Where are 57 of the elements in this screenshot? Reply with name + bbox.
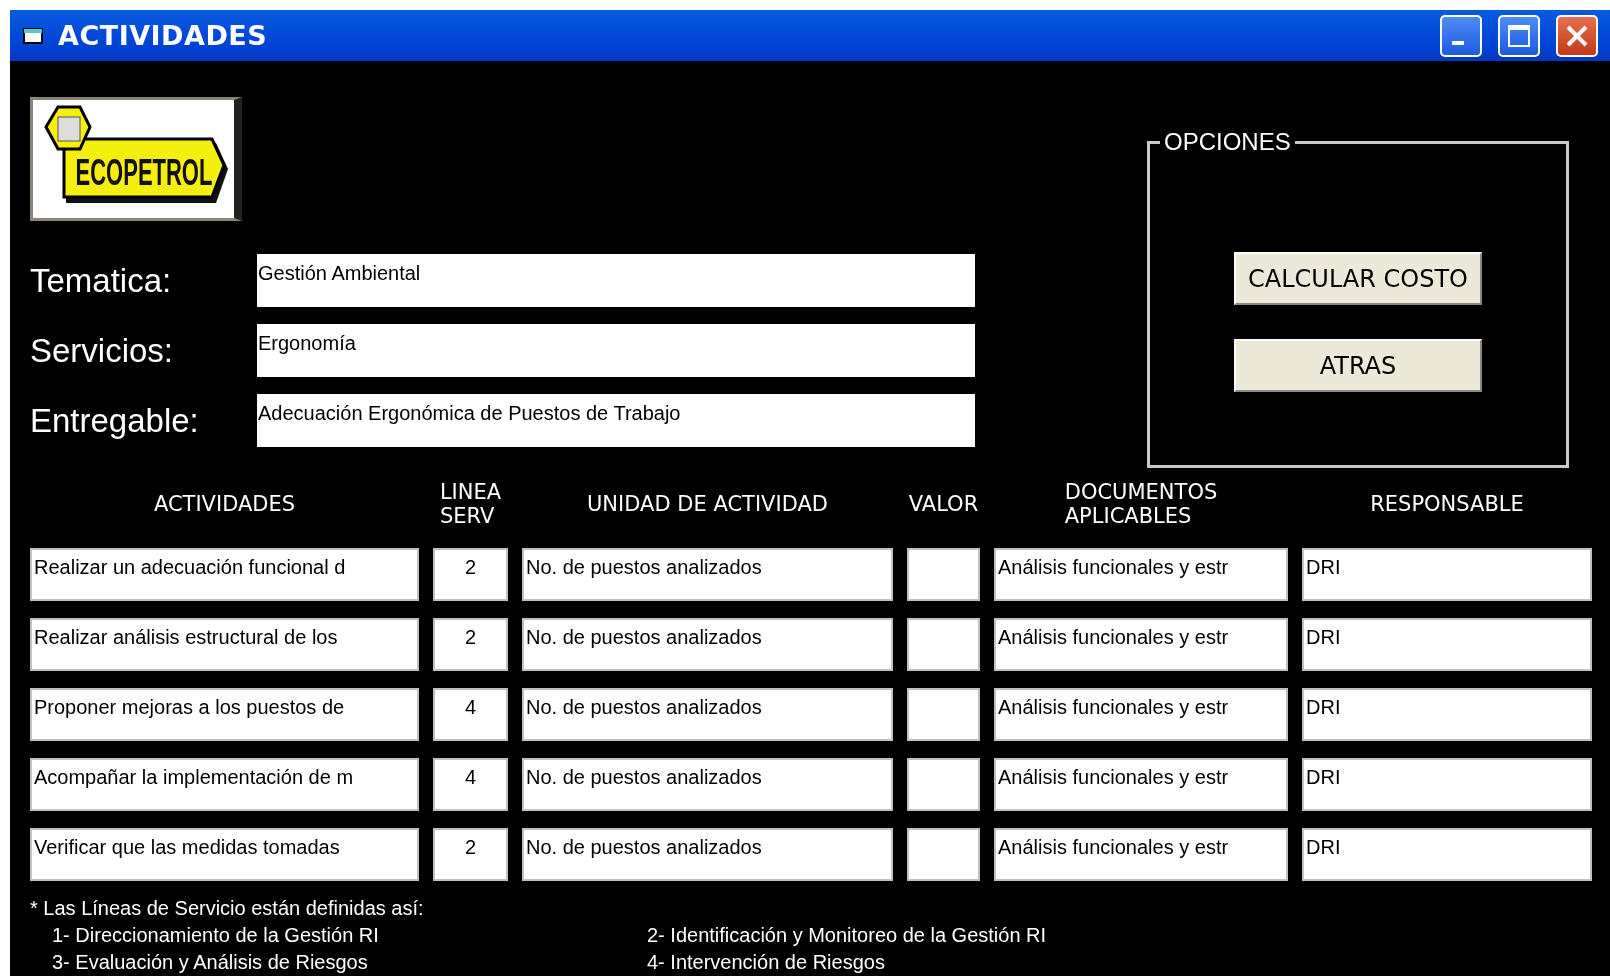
minimize-button[interactable] bbox=[1440, 14, 1482, 57]
value-field[interactable] bbox=[907, 758, 980, 811]
column-header: UNIDAD DE ACTIVIDAD bbox=[587, 490, 828, 518]
field-label: Tematica: bbox=[30, 261, 173, 300]
legend-item: 1- Direccionamiento de la Gestión RI bbox=[52, 923, 380, 948]
line-field[interactable]: 4 bbox=[433, 688, 508, 741]
responsible-field[interactable]: DRI bbox=[1302, 548, 1592, 601]
field-label: Servicios: bbox=[30, 331, 175, 370]
unit-field[interactable]: No. de puestos analizados bbox=[522, 828, 893, 881]
line-field[interactable]: 2 bbox=[433, 548, 508, 601]
option-button[interactable]: CALCULAR COSTO bbox=[1234, 252, 1482, 305]
text-field[interactable]: Ergonomía bbox=[257, 324, 975, 377]
responsible-field[interactable]: DRI bbox=[1302, 688, 1592, 741]
activity-field[interactable]: Verificar que las medidas tomadas bbox=[30, 828, 419, 881]
unit-field[interactable]: No. de puestos analizados bbox=[522, 618, 893, 671]
value-field[interactable] bbox=[907, 688, 980, 741]
documents-field[interactable]: Análisis funcionales y estr bbox=[994, 618, 1288, 671]
text-field[interactable]: Gestión Ambiental bbox=[257, 254, 975, 307]
window-title: ACTIVIDADES bbox=[58, 20, 269, 51]
line-field[interactable]: 4 bbox=[433, 758, 508, 811]
column-header: RESPONSABLE bbox=[1370, 490, 1524, 518]
activity-field[interactable]: Acompañar la implementación de m bbox=[30, 758, 419, 811]
responsible-field[interactable]: DRI bbox=[1302, 758, 1592, 811]
column-header: LINEA SERV bbox=[439, 478, 502, 530]
close-button[interactable] bbox=[1556, 14, 1598, 57]
line-field[interactable]: 2 bbox=[433, 828, 508, 881]
logo: ECOPETROL bbox=[30, 97, 242, 221]
minimize-icon bbox=[1452, 40, 1464, 45]
legend-item: 4- Intervención de Riesgos bbox=[647, 950, 886, 975]
value-field[interactable] bbox=[907, 618, 980, 671]
value-field[interactable] bbox=[907, 828, 980, 881]
documents-field[interactable]: Análisis funcionales y estr bbox=[994, 828, 1288, 881]
option-button[interactable]: ATRAS bbox=[1234, 339, 1482, 392]
column-header: DOCUMENTOS APLICABLES bbox=[1064, 478, 1218, 530]
activity-field[interactable]: Realizar análisis estructural de los bbox=[30, 618, 419, 671]
text-field[interactable]: Adecuación Ergonómica de Puestos de Trabajo bbox=[257, 394, 975, 447]
field-label: Entregable: bbox=[30, 401, 200, 440]
legend-item: 3- Evaluación y Análisis de Riesgos bbox=[52, 950, 369, 975]
unit-field[interactable]: No. de puestos analizados bbox=[522, 758, 893, 811]
responsible-field[interactable]: DRI bbox=[1302, 618, 1592, 671]
unit-field[interactable]: No. de puestos analizados bbox=[522, 688, 893, 741]
documents-field[interactable]: Análisis funcionales y estr bbox=[994, 688, 1288, 741]
responsible-field[interactable]: DRI bbox=[1302, 828, 1592, 881]
group-title: OPCIONES bbox=[1163, 128, 1292, 156]
legend-item: 2- Identificación y Monitoreo de la Gestión RI bbox=[647, 923, 1048, 948]
documents-field[interactable]: Análisis funcionales y estr bbox=[994, 548, 1288, 601]
activity-field[interactable]: Proponer mejoras a los puestos de bbox=[30, 688, 419, 741]
column-header: ACTIVIDADES bbox=[153, 490, 296, 518]
column-header: VALOR bbox=[908, 490, 979, 518]
documents-field[interactable]: Análisis funcionales y estr bbox=[994, 758, 1288, 811]
line-field[interactable]: 2 bbox=[433, 618, 508, 671]
activity-field[interactable]: Realizar un adecuación funcional d bbox=[30, 548, 419, 601]
footnote: * Las Líneas de Servicio están definidas así: bbox=[30, 897, 424, 919]
maximize-button[interactable] bbox=[1498, 14, 1540, 57]
maximize-icon bbox=[1506, 22, 1532, 49]
unit-field[interactable]: No. de puestos analizados bbox=[522, 548, 893, 601]
value-field[interactable] bbox=[907, 548, 980, 601]
